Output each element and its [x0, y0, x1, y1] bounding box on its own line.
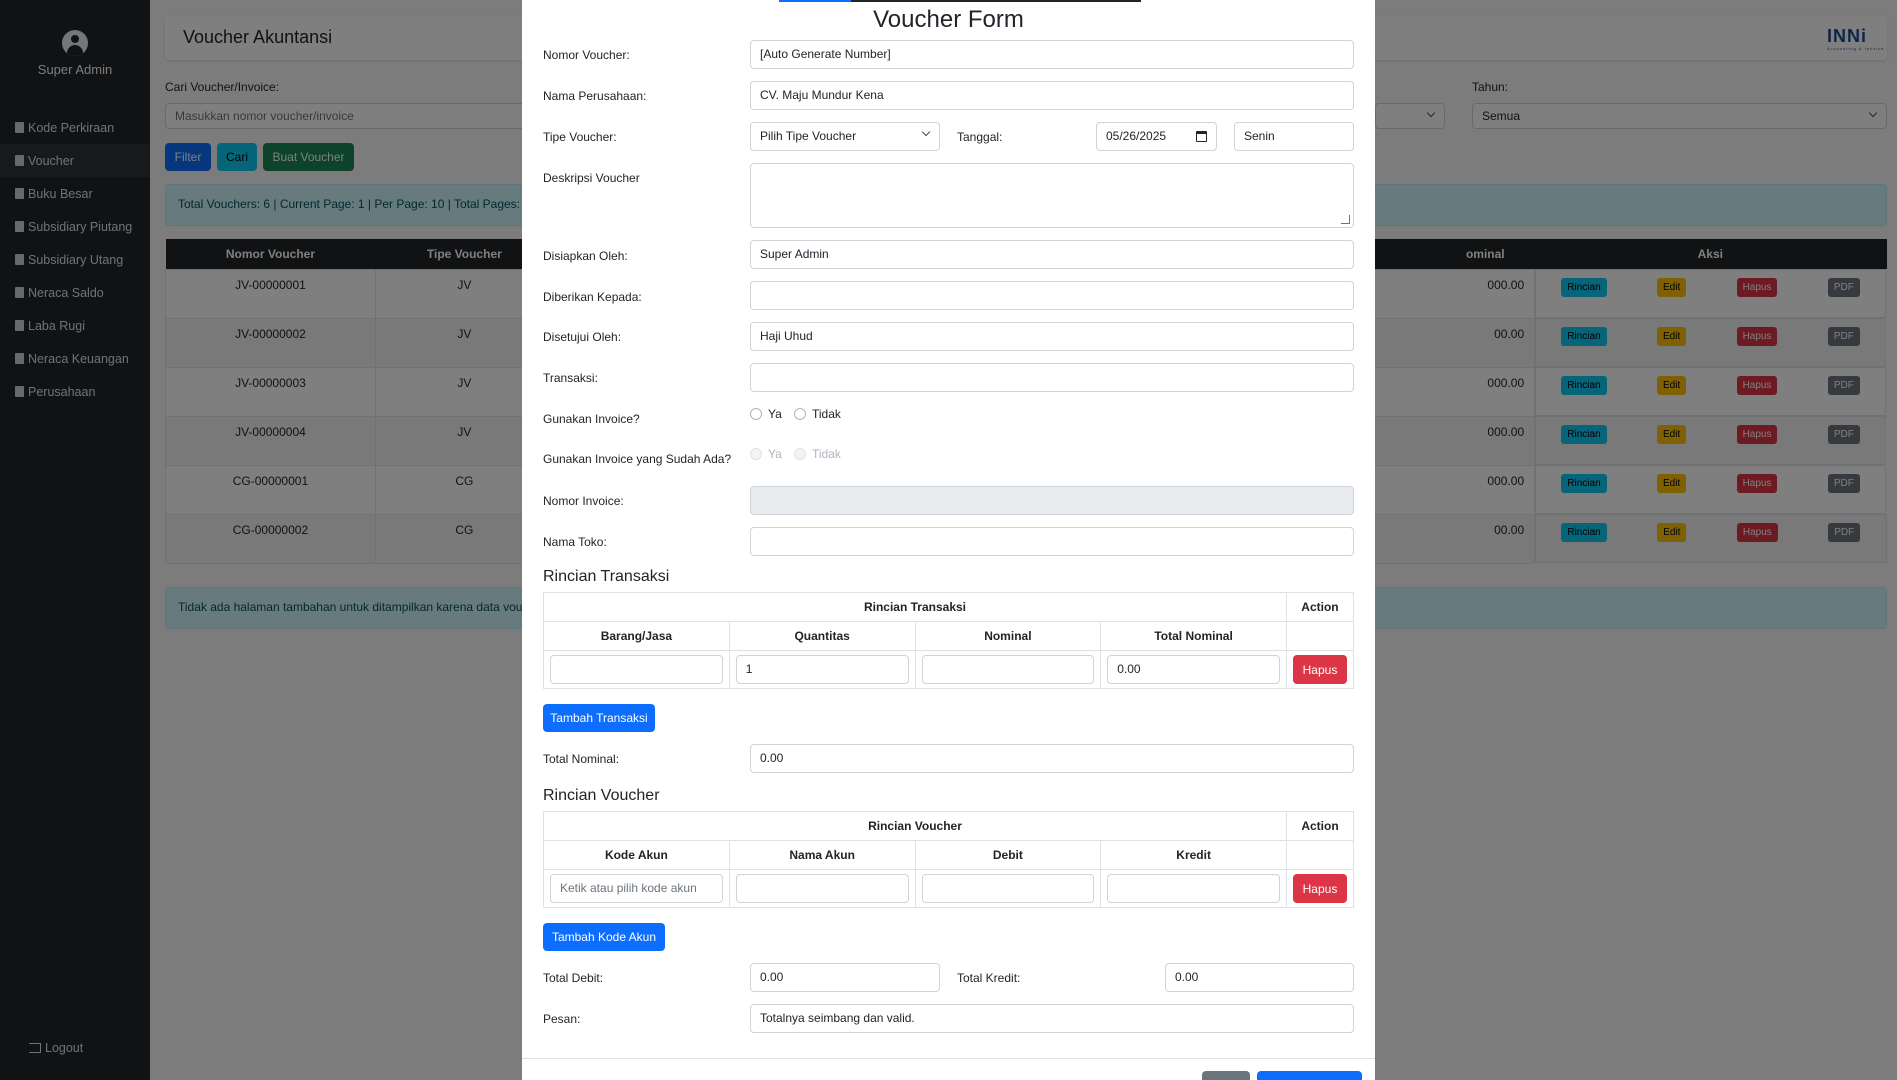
total-kredit-field[interactable]: 0.00	[1165, 963, 1354, 992]
nama-perusahaan-label: Nama Perusahaan:	[543, 89, 647, 103]
chevron-down-icon	[921, 127, 931, 137]
radio-circle[interactable]	[750, 408, 762, 420]
modal-title: Voucher Form	[873, 6, 1024, 33]
rincian-transaksi-group-header: Rincian Transaksi	[543, 592, 1287, 622]
col-barang-jasa: Barang/Jasa	[543, 621, 730, 651]
invoice-radio-ya[interactable]: Ya	[750, 407, 782, 421]
col-action	[1285, 621, 1355, 651]
debit-input[interactable]	[921, 874, 1095, 903]
col-nominal: Nominal	[914, 621, 1102, 651]
cell	[914, 650, 1102, 689]
radio-label: Ya	[768, 447, 782, 461]
tipe-voucher-label: Tipe Voucher:	[543, 130, 617, 144]
transaksi-input[interactable]	[750, 363, 1354, 392]
rincian-transaksi-heading: Rincian Transaksi	[543, 568, 670, 585]
disiapkan-label: Disiapkan Oleh:	[543, 249, 628, 263]
col-nama-akun: Nama Akun	[728, 840, 916, 870]
table-row: Ketik atau pilih kode akun Hapus	[543, 869, 1355, 908]
action-header: Action	[1285, 592, 1355, 622]
rincian-voucher-table: Rincian Voucher Action Kode Akun Nama Ak…	[543, 811, 1355, 908]
nama-toko-label: Nama Toko:	[543, 535, 607, 549]
tanggal-value: 05/26/2025	[1106, 129, 1167, 143]
total-debit-label: Total Debit:	[543, 971, 604, 985]
transaksi-label: Transaksi:	[543, 371, 598, 385]
footer-primary-button[interactable]	[1257, 1071, 1362, 1080]
disiapkan-input[interactable]: Super Admin	[750, 240, 1354, 269]
hapus-kode-akun-button[interactable]: Hapus	[1292, 874, 1347, 903]
table-row: 1 0.00 Hapus	[543, 650, 1355, 689]
diberikan-input[interactable]	[750, 281, 1354, 310]
voucher-form-modal: Voucher Form Nomor Voucher: [Auto Genera…	[522, 0, 1375, 1080]
total-nominal-field[interactable]: 0.00	[750, 744, 1354, 773]
tanggal-input[interactable]: 05/26/2025	[1096, 122, 1217, 151]
col-quantitas: Quantitas	[728, 621, 916, 651]
cell	[914, 869, 1102, 908]
diberikan-label: Diberikan Kepada:	[543, 290, 642, 304]
barang-jasa-input[interactable]	[550, 655, 723, 684]
tanggal-label: Tanggal:	[957, 130, 1003, 144]
deskripsi-textarea[interactable]	[750, 163, 1354, 228]
radio-circle[interactable]	[794, 408, 806, 420]
invoice-ada-radio-tidak[interactable]: Tidak	[794, 447, 841, 461]
invoice-radio-tidak[interactable]: Tidak	[794, 407, 841, 421]
pesan-field[interactable]: Totalnya seimbang dan valid.	[750, 1004, 1354, 1033]
rincian-transaksi-table: Rincian Transaksi Action Barang/Jasa Qua…	[543, 592, 1355, 689]
col-debit: Debit	[914, 840, 1102, 870]
day-input[interactable]: Senin	[1234, 122, 1354, 151]
col-kode-akun: Kode Akun	[543, 840, 730, 870]
col-total-nominal: Total Nominal	[1100, 621, 1287, 651]
kode-akun-input[interactable]: Ketik atau pilih kode akun	[550, 874, 723, 903]
progress-bar	[779, 0, 1141, 2]
col-action	[1285, 840, 1355, 870]
kredit-input[interactable]	[1107, 874, 1280, 903]
total-debit-field[interactable]: 0.00	[750, 963, 940, 992]
tambah-transaksi-button[interactable]: Tambah Transaksi	[543, 704, 655, 732]
nomor-invoice-input[interactable]	[750, 486, 1354, 515]
cell: Ketik atau pilih kode akun	[543, 869, 730, 908]
cell: 1	[728, 650, 916, 689]
cell	[1100, 869, 1287, 908]
nomor-invoice-label: Nomor Invoice:	[543, 494, 624, 508]
invoice-ada-label: Gunakan Invoice yang Sudah Ada?	[543, 452, 732, 466]
total-nominal-label: Total Nominal:	[543, 752, 620, 766]
radio-circle[interactable]	[794, 448, 806, 460]
nama-akun-input[interactable]	[735, 874, 909, 903]
hapus-transaksi-button[interactable]: Hapus	[1292, 655, 1347, 684]
radio-circle[interactable]	[750, 448, 762, 460]
modal-footer-divider	[522, 1058, 1375, 1059]
calendar-icon[interactable]	[1196, 131, 1207, 142]
total-nominal-input[interactable]: 0.00	[1107, 655, 1280, 684]
rincian-voucher-group-header: Rincian Voucher	[543, 811, 1287, 841]
action-header: Action	[1285, 811, 1355, 841]
radio-label: Tidak	[812, 407, 841, 421]
nomor-voucher-input[interactable]: [Auto Generate Number]	[750, 40, 1354, 69]
total-kredit-label: Total Kredit:	[957, 971, 1021, 985]
nama-perusahaan-input[interactable]: CV. Maju Mundur Kena	[750, 81, 1354, 110]
radio-label: Tidak	[812, 447, 841, 461]
footer-secondary-button[interactable]	[1202, 1071, 1250, 1080]
nama-toko-input[interactable]	[750, 527, 1354, 556]
tipe-voucher-value: Pilih Tipe Voucher	[760, 129, 857, 143]
cell: 0.00	[1100, 650, 1287, 689]
cell	[543, 650, 730, 689]
gunakan-invoice-label: Gunakan Invoice?	[543, 412, 640, 426]
deskripsi-label: Deskripsi Voucher	[543, 171, 640, 185]
disetujui-label: Disetujui Oleh:	[543, 330, 622, 344]
nomor-voucher-label: Nomor Voucher:	[543, 48, 630, 62]
pesan-label: Pesan:	[543, 1012, 581, 1026]
resize-handle-icon[interactable]	[1341, 215, 1350, 224]
cell: Hapus	[1285, 650, 1355, 689]
nominal-input[interactable]	[921, 655, 1095, 684]
radio-label: Ya	[768, 407, 782, 421]
quantitas-input[interactable]: 1	[735, 655, 909, 684]
cell	[728, 869, 916, 908]
col-kredit: Kredit	[1100, 840, 1287, 870]
rincian-voucher-heading: Rincian Voucher	[543, 787, 660, 804]
tambah-kode-akun-button[interactable]: Tambah Kode Akun	[543, 923, 665, 951]
disetujui-input[interactable]: Haji Uhud	[750, 322, 1354, 351]
invoice-ada-radio-ya[interactable]: Ya	[750, 447, 782, 461]
tipe-voucher-select[interactable]: Pilih Tipe Voucher	[750, 122, 940, 151]
progress-fill	[779, 0, 852, 2]
cell: Hapus	[1285, 869, 1355, 908]
